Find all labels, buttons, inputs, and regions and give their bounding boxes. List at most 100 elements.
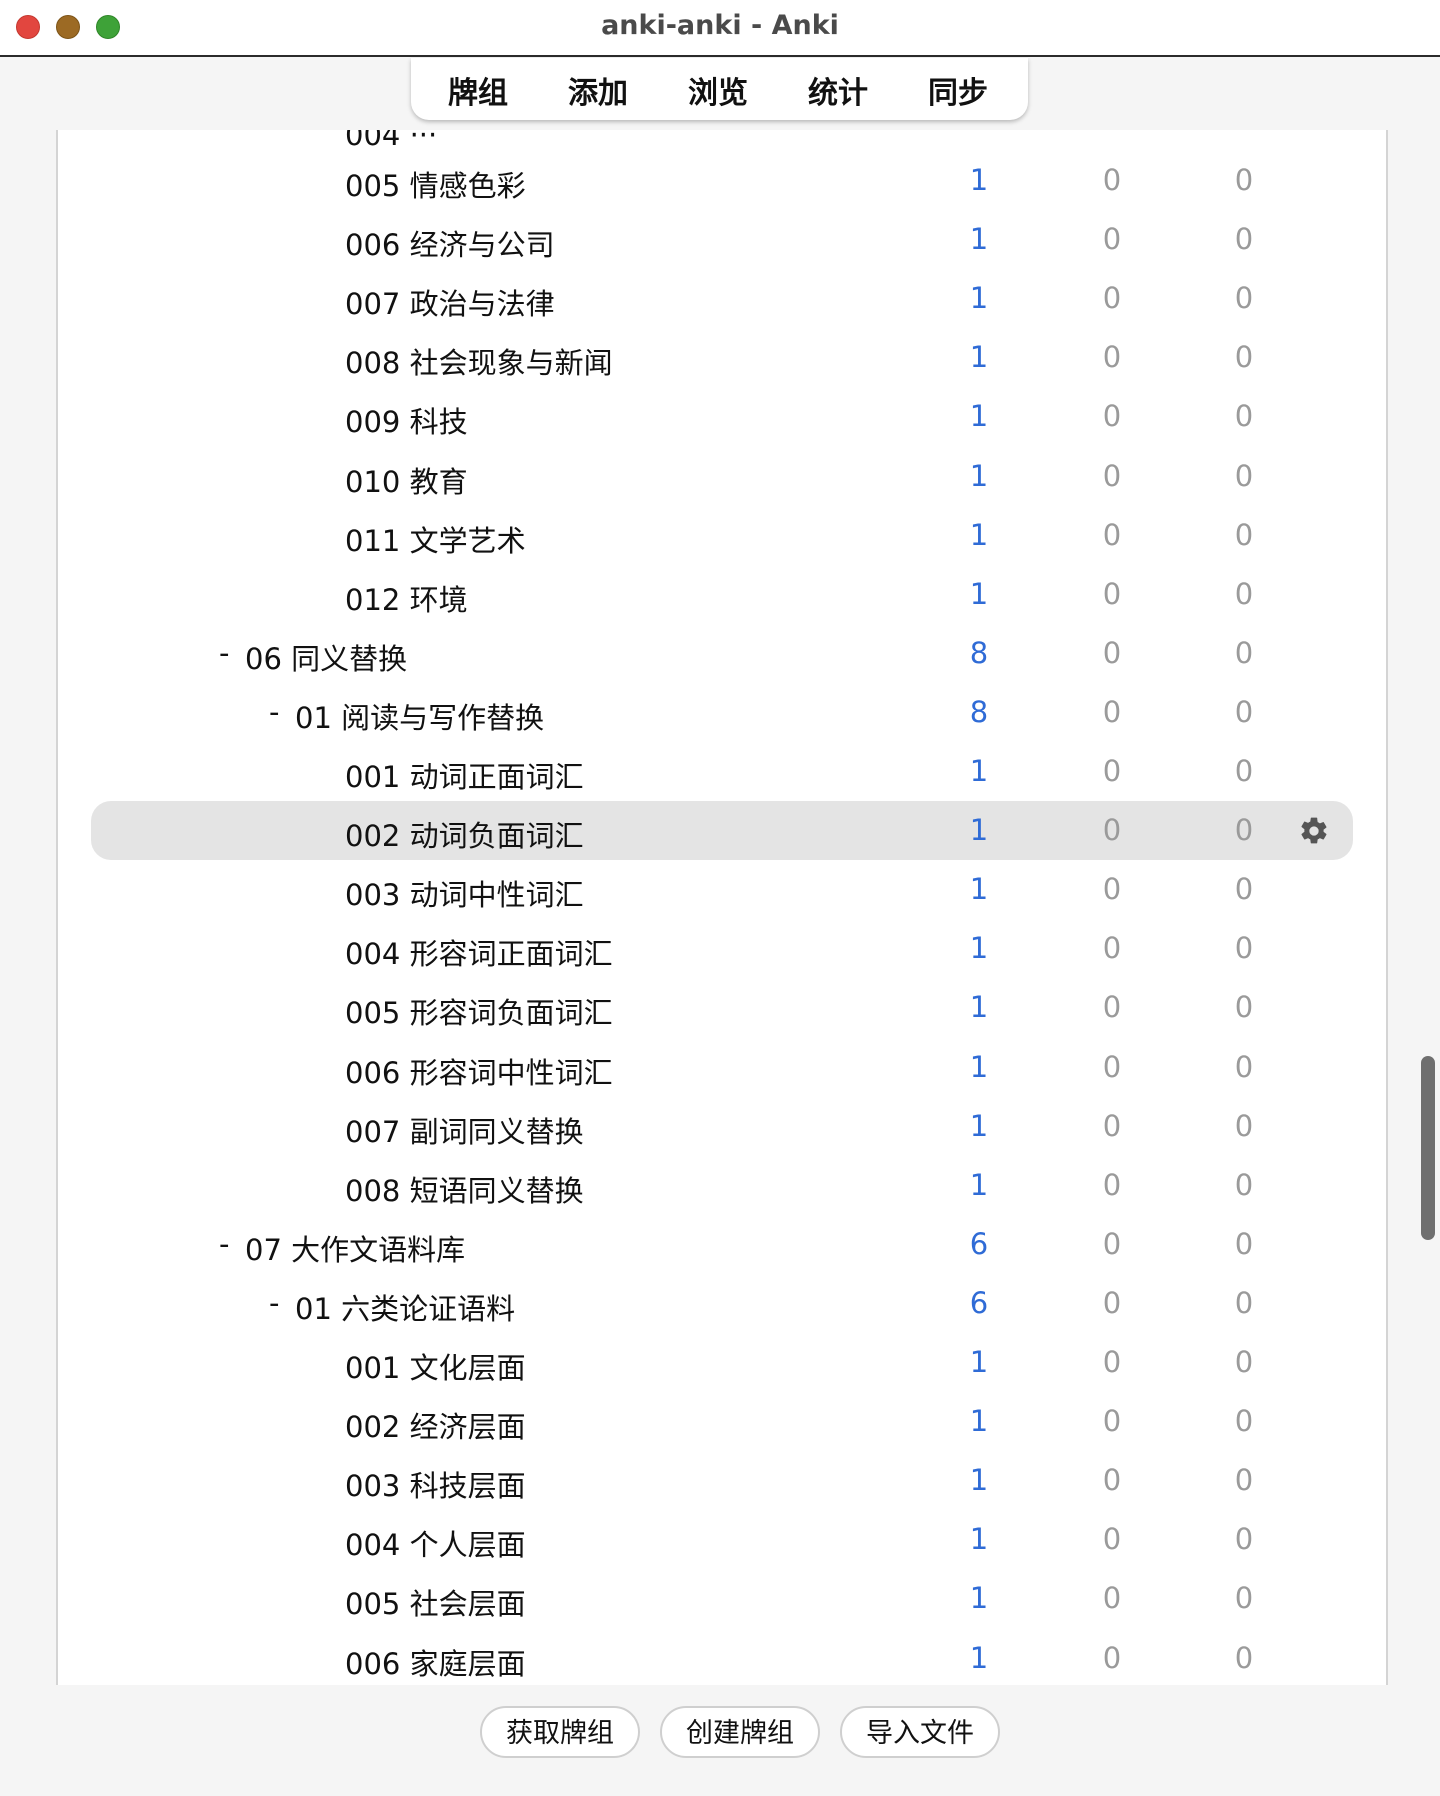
deck-row[interactable]: 001 动词正面词汇 1 0 0	[91, 742, 1353, 801]
review-count: 0	[1234, 1463, 1254, 1498]
review-count: 0	[1234, 576, 1254, 611]
deck-row[interactable]: 007 政治与法律 1 0 0	[91, 269, 1353, 328]
deck-name[interactable]: 006 家庭层面	[345, 1641, 526, 1683]
collapse-toggle[interactable]: -	[269, 695, 279, 729]
deck-name[interactable]: 003 科技层面	[345, 1463, 526, 1505]
deck-name[interactable]: 005 形容词负面词汇	[345, 990, 613, 1032]
new-count: 1	[969, 1108, 989, 1143]
collapse-toggle[interactable]: -	[219, 636, 229, 670]
new-count: 1	[969, 340, 989, 375]
deck-name[interactable]: 008 短语同义替换	[345, 1168, 584, 1210]
toolbar-sync-button[interactable]: 同步	[908, 68, 1008, 112]
deck-row[interactable]: 008 社会现象与新闻 1 0 0	[91, 328, 1353, 387]
new-count: 1	[969, 517, 989, 552]
deck-row[interactable]: -01 六类论证语料 6 0 0	[91, 1274, 1353, 1333]
new-count: 6	[969, 1226, 989, 1261]
deck-name[interactable]: 001 文化层面	[345, 1345, 526, 1387]
review-count: 0	[1234, 872, 1254, 907]
deck-name[interactable]: 006 经济与公司	[345, 222, 555, 264]
learn-count: 0	[1102, 517, 1122, 552]
review-count: 0	[1234, 1581, 1254, 1616]
deck-name[interactable]: 01 六类论证语料	[295, 1286, 515, 1328]
deck-row[interactable]: 004 形容词正面词汇 1 0 0	[91, 919, 1353, 978]
deck-row[interactable]: -07 大作文语料库 6 0 0	[91, 1215, 1353, 1274]
deck-row[interactable]: 009 科技 1 0 0	[91, 387, 1353, 446]
deck-name[interactable]: 006 形容词中性词汇	[345, 1050, 613, 1092]
deck-name[interactable]: 07 大作文语料库	[245, 1227, 465, 1269]
gear-icon[interactable]	[1298, 815, 1330, 847]
deck-name[interactable]: 004 个人层面	[345, 1522, 526, 1564]
deck-name[interactable]: 002 动词负面词汇	[345, 813, 584, 855]
deck-name[interactable]: 009 科技	[345, 399, 468, 441]
main-toolbar: 牌组 添加 浏览 统计 同步	[411, 58, 1028, 120]
new-count: 1	[969, 576, 989, 611]
deck-name[interactable]: 012 环境	[345, 577, 468, 619]
deck-list-scrollbar[interactable]	[1421, 1056, 1435, 1240]
toolbar-add-button[interactable]: 添加	[548, 68, 648, 112]
deck-name[interactable]: 007 政治与法律	[345, 281, 555, 323]
deck-name[interactable]: 003 动词中性词汇	[345, 872, 584, 914]
deck-row[interactable]: 012 环境 1 0 0	[91, 565, 1353, 624]
deck-row[interactable]: 003 科技层面 1 0 0	[91, 1451, 1353, 1510]
deck-name[interactable]: 002 经济层面	[345, 1404, 526, 1446]
toolbar-browse-button[interactable]: 浏览	[668, 68, 768, 112]
deck-name[interactable]: 01 阅读与写作替换	[295, 695, 544, 737]
deck-row[interactable]: 003 动词中性词汇 1 0 0	[91, 860, 1353, 919]
deck-list: 004 ··· 005 情感色彩 1 0 0 006 经济与公司 1 0 0 007 政治与法律…	[56, 130, 1388, 1685]
review-count: 0	[1234, 1108, 1254, 1143]
learn-count: 0	[1102, 576, 1122, 611]
deck-row[interactable]: 011 文学艺术 1 0 0	[91, 506, 1353, 565]
collapse-toggle[interactable]: -	[219, 1227, 229, 1261]
deck-name[interactable]: 06 同义替换	[245, 636, 407, 678]
deck-name[interactable]: 010 教育	[345, 459, 468, 501]
learn-count: 0	[1102, 872, 1122, 907]
window-title: anki-anki - Anki	[601, 10, 839, 41]
review-count: 0	[1234, 517, 1254, 552]
deck-name[interactable]: 004 形容词正面词汇	[345, 931, 613, 973]
learn-count: 0	[1102, 694, 1122, 729]
deck-row-current[interactable]: 002 动词负面词汇 1 0 0	[91, 801, 1353, 861]
collapse-toggle[interactable]: -	[269, 1286, 279, 1320]
learn-count: 0	[1102, 458, 1122, 493]
create-deck-button[interactable]: 创建牌组	[660, 1706, 820, 1758]
new-count: 1	[969, 931, 989, 966]
review-count: 0	[1234, 1640, 1254, 1675]
get-shared-decks-button[interactable]: 获取牌组	[480, 1706, 640, 1758]
new-count: 1	[969, 1049, 989, 1084]
deck-row[interactable]: 006 家庭层面 1 0 0	[91, 1629, 1353, 1686]
learn-count: 0	[1102, 281, 1122, 316]
new-count: 1	[969, 163, 989, 197]
deck-row[interactable]: 005 形容词负面词汇 1 0 0	[91, 978, 1353, 1037]
deck-row[interactable]: 007 副词同义替换 1 0 0	[91, 1097, 1353, 1156]
deck-row[interactable]: 004 个人层面 1 0 0	[91, 1510, 1353, 1569]
new-count: 1	[969, 458, 989, 493]
import-file-button[interactable]: 导入文件	[840, 1706, 1000, 1758]
deck-row[interactable]: -06 同义替换 8 0 0	[91, 624, 1353, 683]
deck-name[interactable]: 007 副词同义替换	[345, 1109, 584, 1151]
deck-row[interactable]: 001 文化层面 1 0 0	[91, 1333, 1353, 1392]
review-count: 0	[1234, 340, 1254, 375]
deck-name[interactable]: 008 社会现象与新闻	[345, 340, 613, 382]
title-bar[interactable]: anki-anki - Anki	[0, 0, 1440, 57]
deck-row[interactable]: 010 教育 1 0 0	[91, 447, 1353, 506]
review-count: 0	[1234, 1345, 1254, 1379]
deck-row[interactable]: 008 短语同义替换 1 0 0	[91, 1156, 1353, 1215]
learn-count: 0	[1102, 1049, 1122, 1084]
deck-row[interactable]: 006 形容词中性词汇 1 0 0	[91, 1038, 1353, 1097]
deck-row[interactable]: 005 情感色彩 1 0 0	[91, 151, 1353, 210]
deck-name[interactable]: 005 情感色彩	[345, 163, 526, 205]
deck-name[interactable]: 001 动词正面词汇	[345, 754, 584, 796]
new-count: 1	[969, 1640, 989, 1675]
toolbar-stats-button[interactable]: 统计	[788, 68, 888, 112]
deck-row[interactable]: -01 阅读与写作替换 8 0 0	[91, 683, 1353, 742]
toolbar-decks-button[interactable]: 牌组	[428, 68, 528, 112]
learn-count: 0	[1102, 1167, 1122, 1202]
deck-name[interactable]: 005 社会层面	[345, 1581, 526, 1623]
review-count: 0	[1234, 1285, 1254, 1320]
deck-row[interactable]: 002 经济层面 1 0 0	[91, 1392, 1353, 1451]
deck-row[interactable]: 006 经济与公司 1 0 0	[91, 210, 1353, 269]
review-count: 0	[1234, 1226, 1254, 1261]
deck-name[interactable]: 011 文学艺术	[345, 518, 526, 560]
learn-count: 0	[1102, 340, 1122, 375]
deck-row[interactable]: 005 社会层面 1 0 0	[91, 1569, 1353, 1628]
